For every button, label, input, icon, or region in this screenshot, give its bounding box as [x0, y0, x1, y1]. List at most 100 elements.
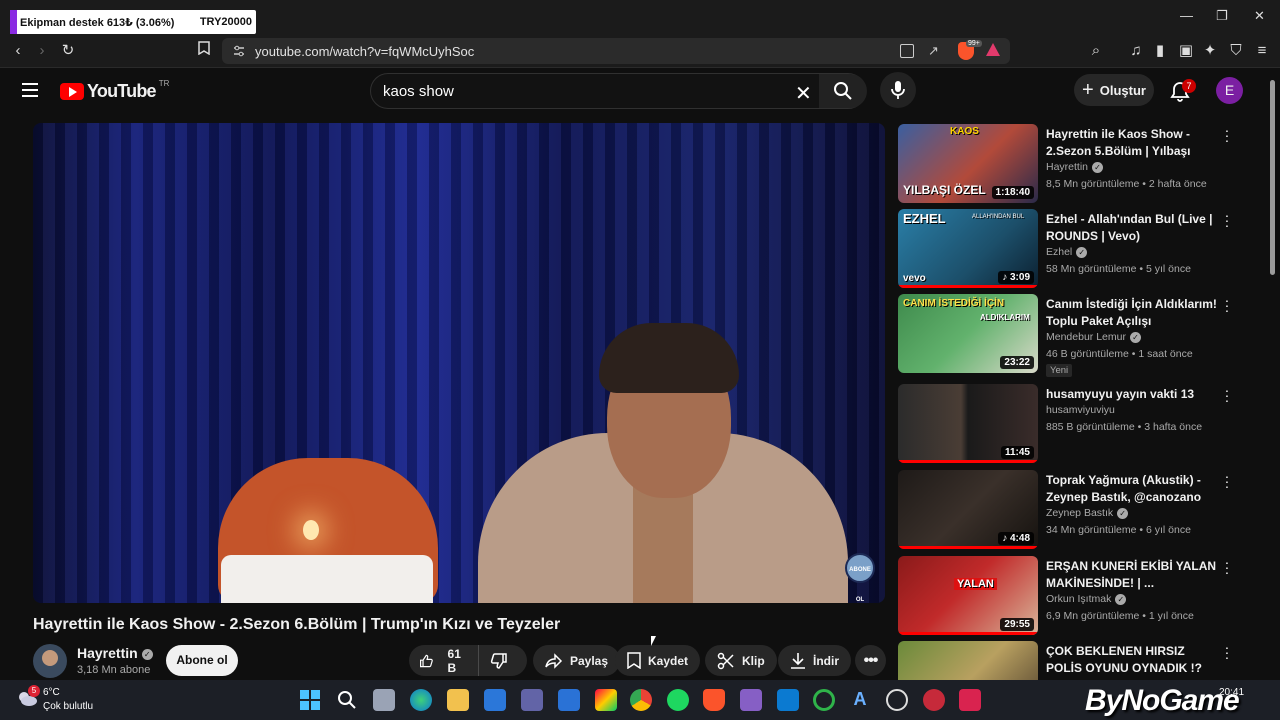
- more-vertical-icon[interactable]: · · ·: [1224, 641, 1230, 664]
- razer-icon[interactable]: [813, 689, 835, 711]
- video-thumbnail[interactable]: 11:45: [898, 384, 1038, 463]
- recommendation-title[interactable]: Canım İstediği İçin Aldıklarım! Toplu Pa…: [1046, 296, 1218, 330]
- leo-icon[interactable]: ✦: [1200, 41, 1220, 61]
- more-vertical-icon[interactable]: · · ·: [1224, 293, 1230, 317]
- copilot-icon[interactable]: [595, 689, 617, 711]
- recommendation-item[interactable]: ÇOK BEKLENEN HIRSIZ POLİS OYUNU OYNADIK …: [898, 641, 1258, 680]
- mail-icon[interactable]: [558, 689, 580, 711]
- app-pink-icon[interactable]: [959, 689, 981, 711]
- dislike-button[interactable]: [479, 645, 525, 676]
- spotify-icon[interactable]: [667, 689, 689, 711]
- recommendation-title[interactable]: ERŞAN KUNERİ EKİBİ YALAN MAKİNESİNDE! | …: [1046, 558, 1218, 592]
- watch-progress-bar: [898, 632, 1038, 635]
- channel-avatar[interactable]: [33, 644, 67, 678]
- search-button[interactable]: [819, 74, 867, 108]
- back-icon[interactable]: ‹: [8, 41, 28, 61]
- recommendation-title[interactable]: Hayrettin ile Kaos Show - 2.Sezon 5.Bölü…: [1046, 126, 1218, 160]
- search-taskbar-icon[interactable]: [336, 689, 358, 711]
- brave-taskbar-icon[interactable]: [703, 689, 725, 711]
- recommendation-channel[interactable]: Zeynep Bastık ✓: [1046, 507, 1129, 519]
- more-vertical-icon[interactable]: · · ·: [1224, 123, 1230, 147]
- scrollbar-thumb[interactable]: [1270, 80, 1275, 275]
- wallet-icon[interactable]: ▣: [1176, 41, 1196, 61]
- recommendation-item[interactable]: CANIM İSTEDİĞİ İÇİN ALDIKLARIM 23:22 Can…: [898, 293, 1258, 377]
- download-button[interactable]: İndir: [778, 645, 851, 676]
- microsoft-store-icon[interactable]: [484, 689, 506, 711]
- youtube-logo[interactable]: YouTube TR: [60, 79, 169, 102]
- recommendation-title[interactable]: husamyuyu yayın vakti 13: [1046, 386, 1218, 403]
- video-thumbnail[interactable]: [898, 641, 1038, 680]
- clear-search-icon[interactable]: ✕: [795, 81, 812, 106]
- steam-icon[interactable]: [886, 689, 908, 711]
- site-settings-icon[interactable]: [232, 44, 246, 58]
- search-input[interactable]: kaos show: [383, 83, 454, 100]
- sidebar-toggle-icon[interactable]: ▮: [1150, 41, 1170, 61]
- music-icon[interactable]: ♫: [1126, 41, 1146, 61]
- recommendation-item[interactable]: ♪ 4:48 Toprak Yağmura (Akustik) - Zeynep…: [898, 469, 1258, 550]
- recommendation-title[interactable]: Toprak Yağmura (Akustik) - Zeynep Bastık…: [1046, 472, 1218, 506]
- save-bookmark-icon: [627, 652, 641, 669]
- address-bar[interactable]: youtube.com/watch?v=fqWMcUyhSoc ↗ 99+: [222, 38, 1010, 64]
- recommendation-channel[interactable]: Orkun Işıtmak ✓: [1046, 593, 1127, 605]
- create-button[interactable]: + Oluştur: [1074, 74, 1154, 106]
- bookmark-icon[interactable]: [194, 41, 214, 61]
- sidebar-search-icon[interactable]: ⌕: [1086, 41, 1106, 61]
- video-thumbnail[interactable]: EZHEL ALLAH'INDAN BUL vevo ♪ 3:09: [898, 209, 1038, 288]
- hamburger-menu-icon[interactable]: [22, 83, 38, 97]
- forward-icon[interactable]: ›: [32, 41, 52, 61]
- windows-start-icon[interactable]: [299, 689, 321, 711]
- brave-rewards-icon[interactable]: [986, 43, 1000, 56]
- recommendation-title[interactable]: ÇOK BEKLENEN HIRSIZ POLİS OYUNU OYNADIK …: [1046, 643, 1218, 677]
- search-box[interactable]: kaos show ✕: [370, 73, 867, 109]
- teams-icon[interactable]: [521, 689, 543, 711]
- save-button[interactable]: Kaydet: [615, 645, 701, 676]
- channel-name[interactable]: Hayrettin ✓: [77, 645, 153, 661]
- subscribe-watermark-badge[interactable]: ABONE OL: [845, 553, 875, 603]
- recommendation-channel[interactable]: Hayrettin ✓: [1046, 161, 1104, 173]
- vscode-icon[interactable]: [777, 689, 799, 711]
- close-window-icon[interactable]: ✕: [1254, 8, 1265, 24]
- recommendation-item[interactable]: KAOS YILBAŞI ÖZEL 1:18:40 Hayrettin ile …: [898, 123, 1258, 204]
- more-vertical-icon[interactable]: · · ·: [1224, 383, 1230, 407]
- recommendation-channel[interactable]: husamviyuviyu: [1046, 404, 1115, 416]
- channel-name-text: Hayrettin: [77, 645, 138, 661]
- video-thumbnail[interactable]: KAOS YILBAŞI ÖZEL 1:18:40: [898, 124, 1038, 203]
- recommendation-item[interactable]: EZHEL ALLAH'INDAN BUL vevo ♪ 3:09 Ezhel …: [898, 208, 1258, 289]
- like-button[interactable]: 61 B: [409, 645, 479, 676]
- menu-icon[interactable]: ≡: [1252, 41, 1272, 61]
- cast-icon[interactable]: [900, 44, 914, 58]
- vpn-icon[interactable]: ⛉: [1226, 41, 1246, 61]
- recommendation-item[interactable]: 11:45 husamyuyu yayın vakti 13 husamviyu…: [898, 383, 1258, 464]
- visual-studio-icon[interactable]: [740, 689, 762, 711]
- app-a-icon[interactable]: A: [849, 689, 871, 711]
- recommendation-channel[interactable]: Mendebur Lemur ✓: [1046, 331, 1141, 343]
- more-vertical-icon[interactable]: · · ·: [1224, 469, 1230, 493]
- task-view-icon[interactable]: [373, 689, 395, 711]
- recommendation-title[interactable]: Ezhel - Allah'ından Bul (Live | ROUNDS |…: [1046, 211, 1218, 245]
- subscribe-button[interactable]: Abone ol: [166, 645, 238, 676]
- recommendation-item[interactable]: YALAN 29:55 ERŞAN KUNERİ EKİBİ YALAN MAK…: [898, 555, 1258, 636]
- more-vertical-icon[interactable]: · · ·: [1224, 555, 1230, 579]
- browser-tab[interactable]: Ekipman destek 613₺ (3.06%) TRY20000: [10, 10, 256, 34]
- video-player[interactable]: ABONE OL: [33, 123, 885, 603]
- voice-search-button[interactable]: [880, 72, 916, 108]
- account-avatar[interactable]: E: [1216, 77, 1243, 104]
- recommendation-channel[interactable]: Ezhel ✓: [1046, 246, 1088, 258]
- maximize-icon[interactable]: ❐: [1216, 8, 1228, 24]
- more-vertical-icon[interactable]: · · ·: [1224, 208, 1230, 232]
- weather-description: Çok bulutlu: [43, 701, 94, 712]
- clip-button[interactable]: Klip: [705, 645, 777, 676]
- more-actions-button[interactable]: •••: [855, 645, 886, 676]
- app-red-icon[interactable]: [923, 689, 945, 711]
- file-explorer-icon[interactable]: [447, 689, 469, 711]
- minimize-icon[interactable]: —: [1180, 8, 1193, 23]
- reload-icon[interactable]: ↻: [58, 41, 78, 61]
- video-thumbnail[interactable]: CANIM İSTEDİĞİ İÇİN ALDIKLARIM 23:22: [898, 294, 1038, 373]
- share-page-icon[interactable]: ↗: [928, 43, 939, 59]
- video-thumbnail[interactable]: YALAN 29:55: [898, 556, 1038, 635]
- edge-icon[interactable]: [410, 689, 432, 711]
- chrome-icon[interactable]: [630, 689, 652, 711]
- share-button[interactable]: Paylaş: [533, 645, 621, 676]
- video-thumbnail[interactable]: ♪ 4:48: [898, 470, 1038, 549]
- more-horizontal-icon: •••: [863, 651, 879, 669]
